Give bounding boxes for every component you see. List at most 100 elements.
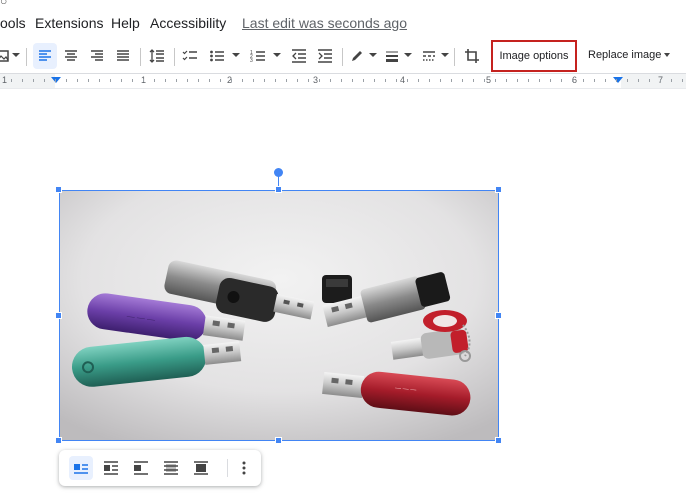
increase-indent-icon[interactable] [313,43,337,69]
svg-text:3: 3 [250,58,253,63]
ruler-tick [495,79,496,82]
toolbar-separator [454,48,455,66]
menu-help[interactable]: Help [111,15,140,31]
numbered-list-caret-icon[interactable] [273,53,281,57]
ruler-tick [176,79,177,82]
line-spacing-icon[interactable] [145,43,169,69]
ruler-number: 4 [400,75,406,85]
ruler-tick [44,79,45,82]
toolbar-separator [342,48,343,66]
numbered-list-icon[interactable]: 123 [246,43,270,69]
ruler-tick [55,79,56,82]
wrap-text-icon[interactable] [99,456,123,480]
ruler-tick [297,79,298,82]
ruler-tick [594,79,595,82]
behind-text-icon[interactable] [159,456,183,480]
resize-handle-top-right[interactable] [495,186,502,193]
ruler-tick [264,79,265,82]
replace-image-label: Replace image [588,49,662,61]
align-right-icon[interactable] [85,43,109,69]
menu-accessibility[interactable]: Accessibility [150,15,226,31]
ruler-shadow [0,88,686,102]
ruler-tick [539,79,540,82]
ruler-number: 1 [2,75,8,85]
right-indent-marker[interactable] [613,77,623,83]
ruler-tick [660,79,661,82]
checklist-icon[interactable] [178,43,202,69]
ruler-tick [429,79,430,82]
horizontal-ruler[interactable]: 1 1 2 3 4 5 6 7 [0,74,686,88]
ruler-tick [407,79,408,82]
ruler-number: 5 [486,75,492,85]
resize-handle-top[interactable] [275,186,282,193]
ruler-tick [22,79,23,82]
left-indent-marker[interactable] [51,77,61,83]
crop-icon[interactable] [460,43,484,69]
ruler-tick [627,79,628,82]
pen-caret-icon[interactable] [369,53,377,57]
ruler-tick [484,79,485,82]
border-weight-caret-icon[interactable] [404,53,412,57]
border-dash-caret-icon[interactable] [441,53,449,57]
border-dash-icon[interactable] [418,43,440,69]
ruler-page-area [55,74,621,88]
menu-extensions[interactable]: Extensions [35,15,103,31]
insert-image-icon[interactable] [0,43,10,69]
ruler-tick [132,79,133,82]
ruler-tick [308,79,309,82]
resize-handle-top-left[interactable] [55,186,62,193]
ruler-tick [187,79,188,82]
ruler-tick [319,79,320,82]
wrap-inline-icon[interactable] [69,456,93,480]
bulleted-list-icon[interactable] [205,43,229,69]
ruler-tick [572,79,573,82]
ruler-tick [242,79,243,82]
ruler-tick [341,79,342,82]
ruler-tick [33,79,34,82]
resize-handle-bottom-left[interactable] [55,437,62,444]
ruler-tick [110,79,111,82]
break-text-icon[interactable] [129,456,153,480]
insert-image-caret-icon[interactable] [12,53,20,57]
toolbar-separator [26,48,27,66]
selected-image[interactable]: — — — — — — [59,190,499,441]
last-edit-link[interactable]: Last edit was seconds ago [242,15,407,31]
ruler-tick [440,79,441,82]
resize-handle-right[interactable] [495,312,502,319]
menu-tools[interactable]: ools [0,15,26,31]
menu-bar: ○ ools Extensions Help Accessibility Las… [0,0,686,40]
ruler-tick [253,79,254,82]
bulleted-list-caret-icon[interactable] [232,53,240,57]
resize-handle-left[interactable] [55,312,62,319]
ruler-tick [66,79,67,82]
ruler-tick [165,79,166,82]
replace-image-button[interactable]: Replace image [588,49,671,61]
align-center-icon[interactable] [59,43,83,69]
ruler-tick [528,79,529,82]
ruler-tick [198,79,199,82]
ruler-tick [616,79,617,82]
resize-handle-bottom-right[interactable] [495,437,502,444]
ruler-tick [330,79,331,82]
ruler-tick [88,79,89,82]
ruler-tick [231,79,232,82]
align-left-icon[interactable] [33,43,57,69]
resize-handle-bottom[interactable] [275,437,282,444]
ruler-tick [550,79,551,82]
ruler-tick [286,79,287,82]
ruler-tick [11,79,12,82]
pen-icon[interactable] [346,43,368,69]
ruler-tick [143,79,144,82]
border-weight-icon[interactable] [381,43,403,69]
justify-icon[interactable] [111,43,135,69]
ruler-tick [418,79,419,82]
ruler-tick [385,79,386,82]
in-front-of-text-icon[interactable] [189,456,213,480]
ruler-tick [682,79,683,82]
rotate-handle[interactable] [274,168,283,177]
image-options-button[interactable]: Image options [491,40,577,72]
decrease-indent-icon[interactable] [287,43,311,69]
ruler-tick [99,79,100,82]
top-partial-text: ○ [0,0,8,8]
more-options-icon[interactable] [232,456,256,480]
